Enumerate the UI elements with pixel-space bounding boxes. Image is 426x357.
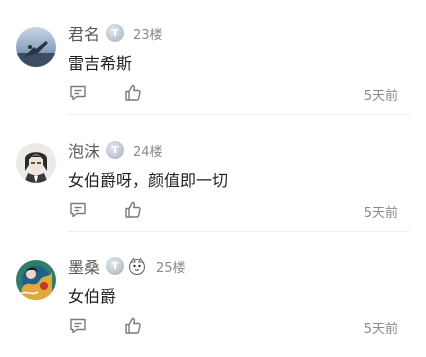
- username[interactable]: 君名: [68, 21, 100, 45]
- comment-actions: 5天前: [68, 200, 408, 222]
- comment-item: 泡沫 T 24楼 女伯爵呀，颜值即一切 5天前: [0, 115, 426, 232]
- avatar[interactable]: [16, 27, 56, 67]
- floor-number: 25楼: [156, 260, 186, 276]
- comment-icon[interactable]: [68, 316, 88, 336]
- username[interactable]: 泡沫: [68, 138, 100, 162]
- comment-actions: 5天前: [68, 83, 408, 105]
- timestamp: 5天前: [363, 206, 398, 221]
- comment-item: 君名 T 23楼 雷吉希斯 5天前: [0, 0, 426, 115]
- timestamp: 5天前: [363, 322, 398, 337]
- thumbs-up-icon[interactable]: [123, 83, 143, 103]
- avatar-image: [16, 260, 56, 300]
- avatar[interactable]: [16, 143, 56, 183]
- timestamp: 5天前: [363, 89, 398, 104]
- comment-header: 君名 T 23楼: [68, 22, 163, 44]
- comment-icon[interactable]: [68, 200, 88, 220]
- comment-text: 女伯爵: [68, 287, 117, 306]
- comment-item: 墨桑 T 25楼 女伯爵 5天前: [0, 232, 426, 357]
- comment-text: 雷吉希斯: [68, 54, 133, 73]
- comment-header: 墨桑 T 25楼: [68, 255, 186, 277]
- mascot-badge-icon: [128, 257, 146, 276]
- level-badge-icon: T: [106, 141, 125, 159]
- comment-actions: 5天前: [68, 316, 408, 338]
- avatar-image: [16, 143, 56, 183]
- floor-number: 24楼: [133, 144, 163, 160]
- avatar[interactable]: [16, 260, 56, 300]
- floor-number: 23楼: [133, 27, 163, 43]
- username[interactable]: 墨桑: [68, 254, 100, 278]
- level-badge-icon: T: [106, 257, 125, 275]
- thumbs-up-icon[interactable]: [123, 200, 143, 220]
- thumbs-up-icon[interactable]: [123, 316, 143, 336]
- comment-icon[interactable]: [68, 83, 88, 103]
- level-badge-icon: T: [106, 24, 125, 42]
- comment-text: 女伯爵呀，颜值即一切: [68, 171, 229, 190]
- avatar-image: [16, 27, 56, 67]
- comment-header: 泡沫 T 24楼: [68, 139, 163, 161]
